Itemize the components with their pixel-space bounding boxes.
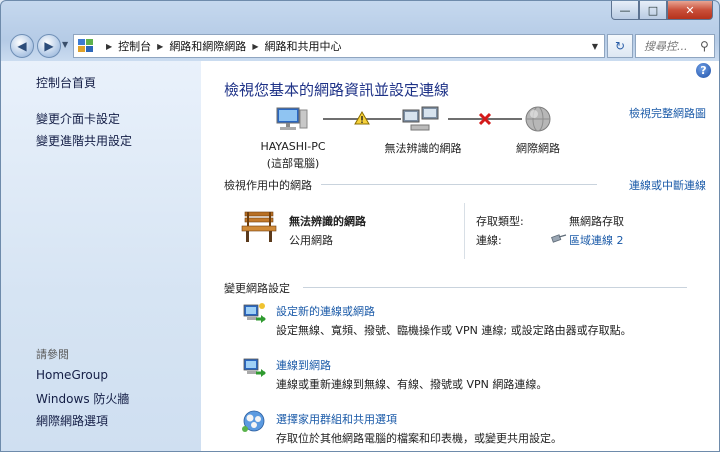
connections-label: 連線: [476,234,502,247]
caption-buttons: — □ ✕ [611,1,713,20]
network-sharing-center-window: — □ ✕ ◀ ▶ ▼ ▶ 控制台 ▶ 網路和網際網路 ▶ 網路和共用中心 ▼ … [0,0,720,452]
sidebar-link-internet-options[interactable]: 網際網路選項 [36,412,108,429]
minimize-button[interactable]: — [611,1,639,20]
breadcrumb-chevron-icon[interactable]: ▶ [252,42,258,51]
map-node-this-pc: HAYASHI-PC (這部電腦) [253,140,333,171]
access-type-value: 無網路存取 [569,215,624,228]
title-bar[interactable]: — □ ✕ [1,1,719,25]
active-network-name: 無法辨識的網路 [289,215,366,228]
address-toolbar: ◀ ▶ ▼ ▶ 控制台 ▶ 網路和網際網路 ▶ 網路和共用中心 ▼ ↻ ⚲ [1,29,719,61]
address-dropdown-icon[interactable]: ▼ [592,42,598,51]
sidebar-link-windows-firewall[interactable]: Windows 防火牆 [36,390,129,407]
network-cable-icon [551,234,567,243]
breadcrumb-network-internet[interactable]: 網路和網際網路 [169,38,246,54]
view-full-map-link[interactable]: 檢視完整網路圖 [629,105,706,121]
map-node-internet: 網際網路 [498,140,578,156]
page-title: 檢視您基本的網路資訊並設定連線 [224,81,450,99]
section-divider [321,184,597,185]
sidebar-item-advanced-sharing-settings[interactable]: 變更進階共用設定 [36,132,132,149]
breadcrumb-chevron-icon[interactable]: ▶ [157,42,163,51]
map-node-unidentified-network: 無法辨識的網路 [368,140,478,156]
close-button[interactable]: ✕ [667,1,713,20]
section-divider [303,287,687,288]
refresh-button[interactable]: ↻ [607,34,633,58]
refresh-icon: ↻ [614,39,626,53]
map-node-name: HAYASHI-PC [260,140,326,153]
homegroup-sharing-desc: 存取位於其他網路電腦的檔案和印表機，或變更共用設定。 [276,432,562,445]
control-panel-icon [78,39,94,53]
search-box[interactable]: ⚲ [635,34,715,58]
computer-icon[interactable] [276,107,308,130]
connect-to-network-desc: 連線或重新連線到無線、有線、撥號或 VPN 網路連線。 [276,378,548,391]
active-networks-heading: 檢視作用中的網路 [224,179,312,192]
forward-button[interactable]: ▶ [37,34,61,58]
forward-arrow-icon: ▶ [44,39,54,53]
breadcrumb-network-sharing-center[interactable]: 網路和共用中心 [264,38,341,54]
homegroup-sharing-link[interactable]: 選擇家用群組和共用選項 [276,411,397,427]
connect-to-network-link[interactable]: 連線到網路 [276,357,331,373]
sidebar-link-homegroup[interactable]: HomeGroup [36,368,108,382]
back-arrow-icon: ◀ [17,39,27,53]
address-bar[interactable]: ▶ 控制台 ▶ 網路和網際網路 ▶ 網路和共用中心 ▼ [73,34,605,58]
active-network-type: 公用網路 [289,234,333,247]
park-bench-icon [241,211,277,242]
unidentified-network-icon[interactable] [402,106,439,131]
breadcrumb-control-panel[interactable]: 控制台 [118,38,151,54]
search-input[interactable] [642,38,698,54]
connect-to-network-icon [243,358,266,377]
map-node-name: 無法辨識的網路 [384,142,462,155]
setup-new-connection-link[interactable]: 設定新的連線或網路 [276,303,375,319]
sidebar-item-change-adapter-settings[interactable]: 變更介面卡設定 [36,110,120,127]
vertical-divider [464,203,465,259]
network-map-graphic [276,106,551,132]
sidebar: 控制台首頁 變更介面卡設定 變更進階共用設定 請參閱 HomeGroup Win… [1,61,201,451]
map-node-sub: (這部電腦) [266,157,320,170]
help-icon[interactable]: ? [696,63,711,78]
access-type-label: 存取類型: [476,215,524,228]
homegroup-sharing-icon [242,410,265,432]
main-content: ? 檢視您基本的網路資訊並設定連線 檢視完整網路圖 HAYASHI-PC (這部… [201,61,719,451]
breadcrumb-chevron-icon[interactable]: ▶ [106,42,112,51]
change-network-settings-heading: 變更網路設定 [224,282,290,295]
new-connection-icon [243,303,266,323]
network-map: HAYASHI-PC (這部電腦) 無法辨識的網路 網際網路 [243,101,603,171]
internet-globe-icon[interactable] [525,106,551,132]
map-node-name: 網際網路 [516,142,560,155]
recent-pages-dropdown-icon[interactable]: ▼ [62,40,68,49]
search-icon[interactable]: ⚲ [700,39,709,53]
see-also-label: 請參閱 [36,348,69,361]
sidebar-item-control-panel-home[interactable]: 控制台首頁 [36,74,96,91]
setup-new-connection-desc: 設定無線、寬頻、撥號、臨機操作或 VPN 連線; 或設定路由器或存取點。 [276,324,632,337]
back-button[interactable]: ◀ [10,34,34,58]
maximize-button[interactable]: □ [639,1,667,20]
connect-disconnect-link[interactable]: 連線或中斷連線 [629,177,706,193]
local-area-connection-link[interactable]: 區域連線 2 [569,232,624,248]
